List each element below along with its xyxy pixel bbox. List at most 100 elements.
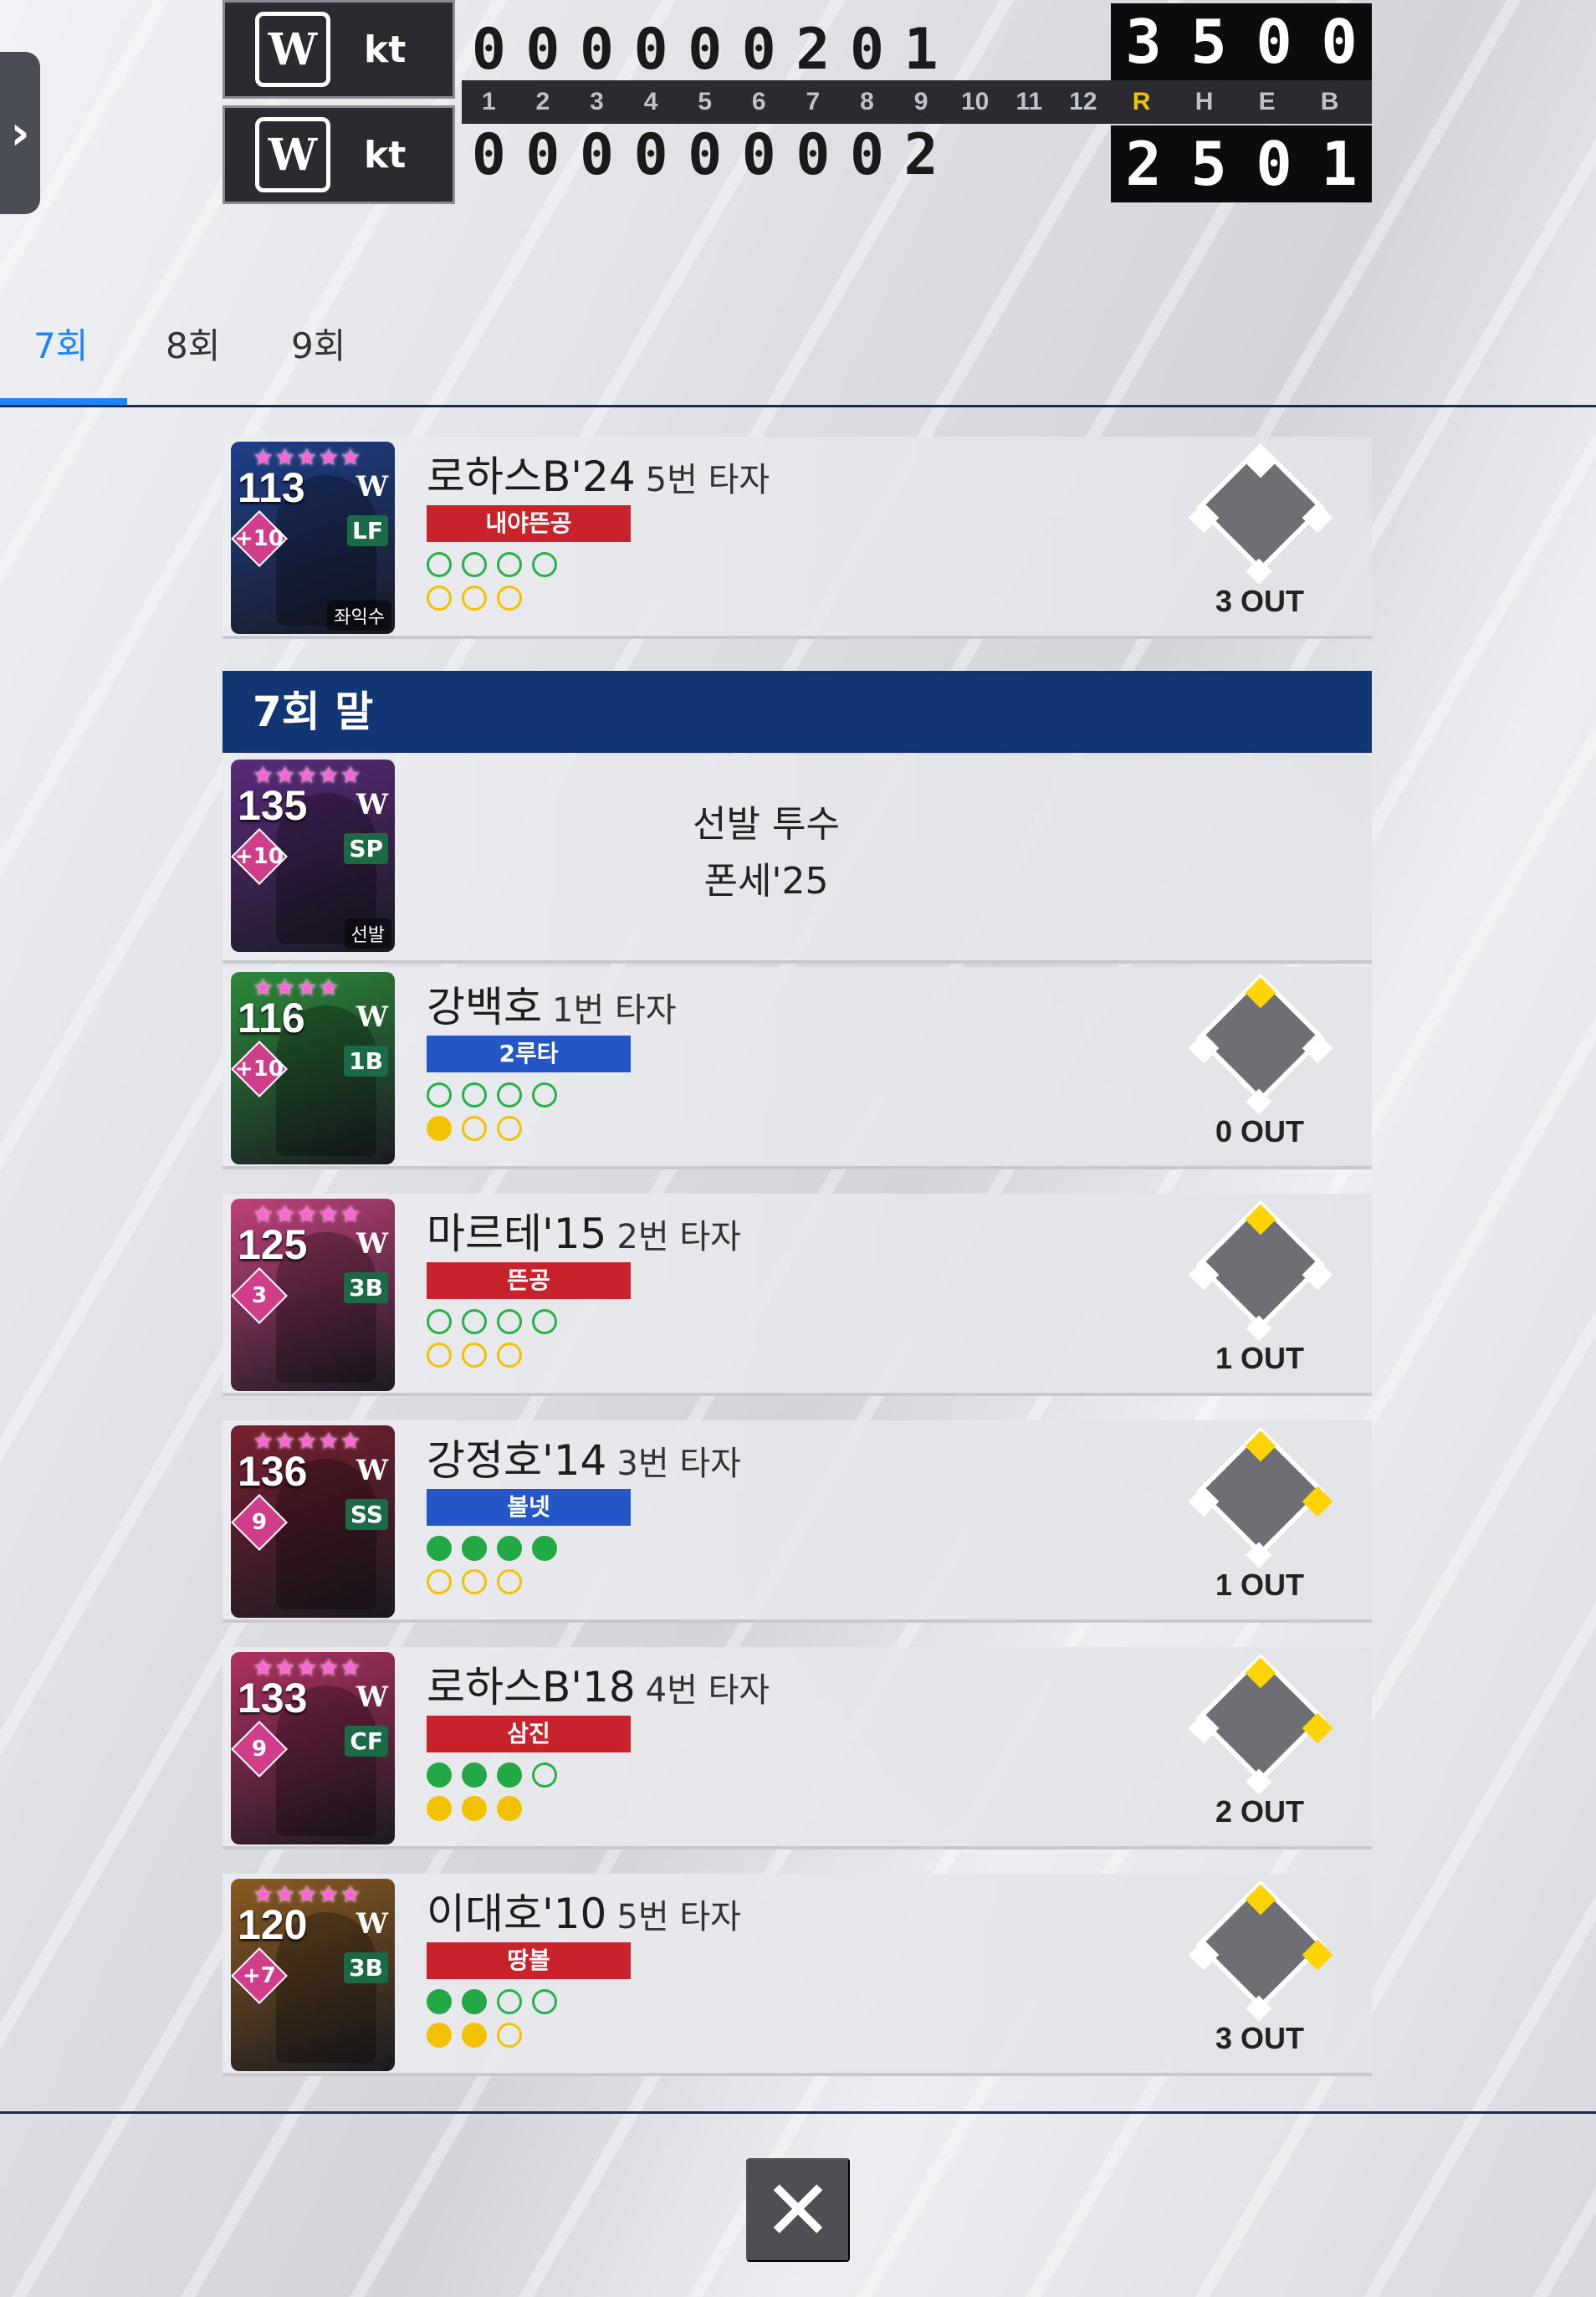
inning-number-label: 10 — [960, 88, 990, 115]
enhance-level: 3 — [251, 1283, 268, 1308]
out-count: 1 OUT — [1215, 1341, 1304, 1375]
ball-indicator — [427, 1536, 452, 1561]
batter-row: ★★★★★ 125 3 W 3B 마르테'15 2번 타자 뜬공 1 OUT — [223, 1194, 1372, 1396]
home-totals: 2 5 0 1 — [1111, 125, 1372, 202]
strike-indicator — [427, 586, 452, 611]
total-column-label: H — [1194, 88, 1214, 115]
ball-indicator — [462, 1309, 487, 1334]
player-name-text: 이대호'10 — [427, 1890, 607, 1938]
ball-indicator — [427, 1989, 452, 2014]
inning-number-label: 12 — [1069, 88, 1097, 115]
ball-indicator — [532, 552, 557, 577]
away-inning-1-score: 0 — [471, 16, 506, 83]
inning-tabs: 7회 8회 9회 — [0, 310, 1596, 408]
home-team-box: W kt — [223, 105, 455, 204]
pitcher-role-label: 선발 투수 — [693, 803, 840, 846]
ball-indicator — [462, 1082, 487, 1108]
tab-9th-inning[interactable]: 9회 — [291, 318, 345, 402]
ball-indicator — [462, 552, 487, 577]
batting-order: 2번 타자 — [616, 1218, 741, 1256]
side-panel-handle[interactable]: › — [0, 52, 40, 214]
scoreboard: W kt W kt 000000201 000000002 1234567891… — [223, 0, 1372, 204]
team-logo-icon: W — [356, 1227, 388, 1261]
at-bat-result-tag: 뜬공 — [427, 1262, 631, 1299]
ball-indicator — [427, 1762, 452, 1788]
team-logo-icon: W — [356, 1454, 388, 1487]
position-badge: SS — [345, 1499, 388, 1530]
player-name: 로하스B'18 4번 타자 — [427, 1654, 770, 1714]
overall-rating: 116 — [238, 995, 305, 1041]
away-totals: 3 5 0 0 — [1111, 3, 1372, 80]
strike-indicator — [462, 1569, 487, 1594]
player-card[interactable]: ★★★★ 116 +10 W 1B — [231, 972, 395, 1164]
home-errors: 0 — [1256, 129, 1292, 199]
strike-indicator — [427, 1116, 452, 1141]
ball-indicator — [497, 552, 522, 577]
overall-rating: 125 — [238, 1221, 308, 1268]
strike-count — [427, 1796, 522, 1821]
home-runs: 2 — [1125, 129, 1162, 199]
active-tab-indicator — [0, 398, 127, 405]
enhance-level: +7 — [243, 1962, 276, 1988]
away-inning-8-score: 0 — [849, 16, 884, 83]
ball-count — [427, 552, 557, 577]
player-name-text: 로하스B'18 — [427, 1663, 636, 1711]
ball-indicator — [497, 1762, 522, 1788]
out-count: 2 OUT — [1215, 1794, 1304, 1829]
ball-indicator — [427, 1082, 452, 1108]
ball-indicator — [532, 1989, 557, 2014]
player-card[interactable]: ★★★★★ 113 +10 W LF 좌익수 — [231, 442, 395, 634]
tab-divider — [0, 405, 1596, 407]
enhance-level: +10 — [235, 526, 284, 551]
away-hits: 5 — [1190, 7, 1227, 77]
base-runner-diamond — [1184, 1653, 1335, 1798]
away-inning-5-score: 0 — [688, 16, 723, 83]
pitcher-name: 폰세'25 — [703, 860, 829, 903]
position-badge: 3B — [344, 1952, 388, 1983]
player-card[interactable]: ★★★★★ 133 9 W CF — [231, 1652, 395, 1844]
at-bat-result-tag: 내야뜬공 — [427, 505, 631, 542]
strike-indicator — [427, 2023, 452, 2048]
strike-indicator — [462, 586, 487, 611]
tab-7th-inning[interactable]: 7회 — [33, 318, 88, 402]
batting-order: 5번 타자 — [645, 461, 770, 499]
ball-indicator — [497, 1082, 522, 1108]
ball-indicator — [497, 1309, 522, 1334]
strike-indicator — [427, 1343, 452, 1368]
away-errors: 0 — [1256, 7, 1292, 77]
enhance-level: +10 — [235, 844, 284, 869]
player-name: 마르테'15 2번 타자 — [427, 1200, 741, 1261]
inning-number-label: 6 — [751, 88, 766, 115]
base-runner-diamond — [1184, 1880, 1335, 2024]
team-logo-icon: W — [356, 1000, 388, 1034]
strike-count — [427, 2023, 522, 2048]
role-badge: 좌익수 — [327, 601, 391, 631]
ball-indicator — [532, 1762, 557, 1788]
batter-row: ★★★★ 116 +10 W 1B 강백호 1번 타자 2루타 0 OUT — [223, 967, 1372, 1169]
position-badge: 1B — [344, 1046, 388, 1077]
player-card[interactable]: ★★★★★ 135 +10 W SP 선발 — [231, 760, 395, 952]
strike-indicator — [427, 1796, 452, 1821]
tab-8th-inning[interactable]: 8회 — [166, 318, 220, 402]
ball-indicator — [497, 1536, 522, 1561]
away-inning-9-score: 1 — [903, 16, 939, 83]
strike-indicator — [462, 2023, 487, 2048]
position-badge: SP — [344, 833, 388, 864]
pitcher-row: ★★★★★ 135 +10 W SP 선발 선발 투수 폰세'25 — [223, 755, 1372, 964]
enhance-level: 9 — [251, 1510, 268, 1535]
away-inning-6-score: 0 — [741, 16, 776, 83]
home-inning-4-score: 0 — [633, 121, 668, 188]
ball-count — [427, 1762, 557, 1788]
role-badge: 선발 — [344, 918, 391, 949]
close-button[interactable]: ✕ — [746, 2158, 850, 2262]
strike-indicator — [462, 1116, 487, 1141]
player-card[interactable]: ★★★★★ 120 +7 W 3B — [231, 1879, 395, 2071]
inning-number-label: 8 — [860, 88, 874, 115]
player-card[interactable]: ★★★★★ 136 9 W SS — [231, 1425, 395, 1618]
player-name: 강백호 1번 타자 — [427, 974, 677, 1034]
away-inning-7-score: 2 — [795, 16, 831, 83]
strike-count — [427, 1343, 522, 1368]
home-walks: 1 — [1321, 129, 1358, 199]
player-name-text: 강정호'14 — [427, 1436, 607, 1485]
player-card[interactable]: ★★★★★ 125 3 W 3B — [231, 1199, 395, 1391]
